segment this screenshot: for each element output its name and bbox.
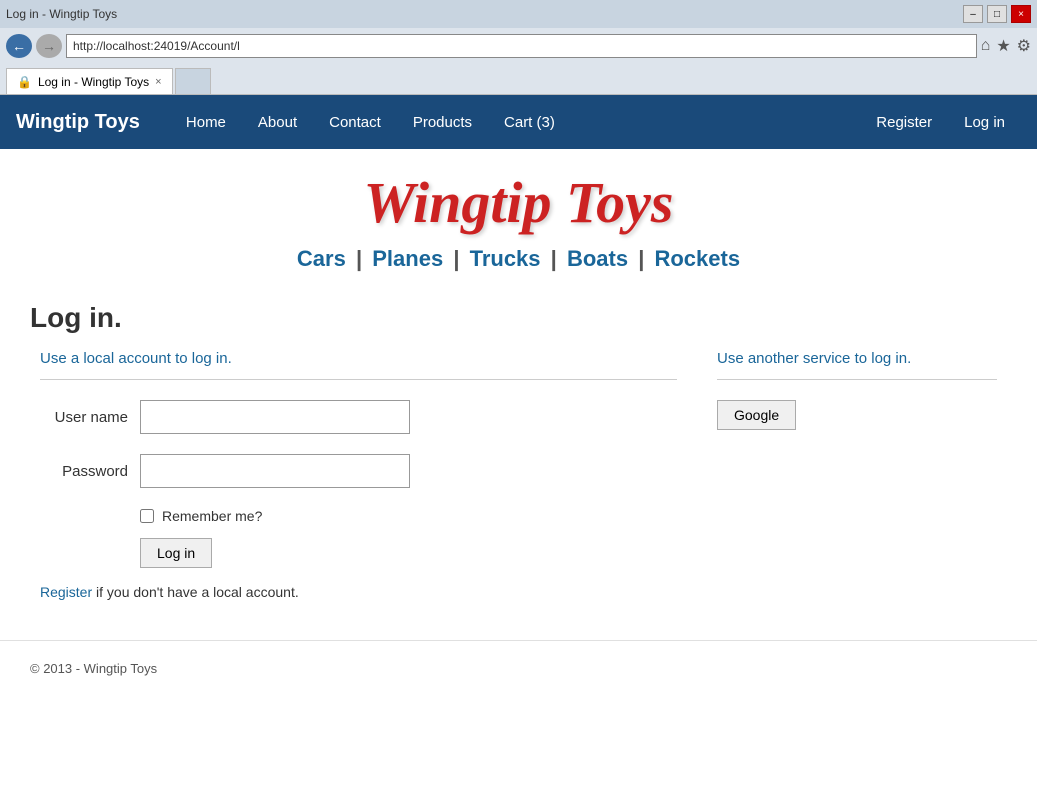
minimize-icon: – — [970, 9, 976, 20]
register-link[interactable]: Register — [40, 584, 92, 600]
window-controls: – □ × — [963, 5, 1031, 23]
remember-label: Remember me? — [162, 508, 262, 524]
register-row: Register if you don't have a local accou… — [40, 584, 677, 600]
separator-3: | — [551, 246, 557, 271]
username-label: User name — [40, 409, 140, 426]
main-content: Wingtip Toys Cars | Planes | Trucks | Bo… — [0, 149, 1037, 620]
local-divider — [40, 379, 677, 380]
site-brand[interactable]: Wingtip Toys — [16, 111, 140, 134]
back-button[interactable]: ← — [6, 34, 32, 58]
register-text: if you don't have a local account. — [96, 584, 299, 600]
settings-icon[interactable]: ⚙ — [1017, 36, 1031, 56]
close-icon: × — [1018, 9, 1024, 20]
username-row: User name — [40, 400, 677, 434]
minimize-button[interactable]: – — [963, 5, 983, 23]
nav-home-link[interactable]: Home — [170, 95, 242, 149]
new-tab[interactable] — [175, 68, 211, 94]
address-bar[interactable]: http://localhost:24019/Account/l — [66, 34, 977, 58]
separator-1: | — [356, 246, 362, 271]
login-sections: Use a local account to log in. User name… — [30, 350, 1007, 600]
browser-nav-bar: ← → http://localhost:24019/Account/l ⌂ ★… — [0, 28, 1037, 64]
username-input[interactable] — [140, 400, 410, 434]
active-tab[interactable]: 🔒 Log in - Wingtip Toys × — [6, 68, 173, 94]
maximize-icon: □ — [994, 9, 1000, 20]
nav-cart-link[interactable]: Cart (3) — [488, 95, 571, 149]
local-subtitle: Use a local account to log in. — [40, 350, 677, 367]
nav-products-link[interactable]: Products — [397, 95, 488, 149]
tab-favicon: 🔒 — [17, 75, 32, 89]
tab-label: Log in - Wingtip Toys — [38, 75, 149, 89]
page-wrapper: Wingtip Toys Home About Contact Products… — [0, 95, 1037, 788]
google-login-button[interactable]: Google — [717, 400, 796, 430]
cat-planes-link[interactable]: Planes — [372, 246, 443, 271]
cat-rockets-link[interactable]: Rockets — [654, 246, 740, 271]
browser-chrome: Log in - Wingtip Toys – □ × ← → http://l… — [0, 0, 1037, 95]
title-bar: Log in - Wingtip Toys – □ × — [0, 0, 1037, 28]
category-links: Cars | Planes | Trucks | Boats | Rockets — [30, 246, 1007, 272]
forward-button[interactable]: → — [36, 34, 62, 58]
back-icon: ← — [12, 38, 26, 54]
password-row: Password — [40, 454, 677, 488]
nav-contact-link[interactable]: Contact — [313, 95, 397, 149]
footer-text: © 2013 - Wingtip Toys — [30, 661, 157, 676]
address-text: http://localhost:24019/Account/l — [73, 39, 970, 53]
nav-right: Register Log in — [860, 95, 1021, 149]
password-label: Password — [40, 463, 140, 480]
local-login-section: Use a local account to log in. User name… — [40, 350, 677, 600]
login-button[interactable]: Log in — [140, 538, 212, 568]
remember-row: Remember me? — [140, 508, 677, 524]
site-nav: Wingtip Toys Home About Contact Products… — [0, 95, 1037, 149]
forward-icon: → — [42, 38, 56, 54]
tab-bar: 🔒 Log in - Wingtip Toys × — [0, 64, 1037, 94]
browser-nav-icons: ⌂ ★ ⚙ — [981, 36, 1031, 56]
login-heading: Log in. — [30, 302, 1007, 334]
external-divider — [717, 379, 997, 380]
external-subtitle: Use another service to log in. — [717, 350, 997, 367]
title-bar-text: Log in - Wingtip Toys — [6, 7, 117, 21]
footer: © 2013 - Wingtip Toys — [0, 640, 1037, 696]
nav-links: Home About Contact Products Cart (3) — [170, 95, 860, 149]
login-button-container: Log in — [40, 538, 677, 568]
cat-cars-link[interactable]: Cars — [297, 246, 346, 271]
separator-4: | — [638, 246, 644, 271]
home-icon[interactable]: ⌂ — [981, 37, 991, 55]
site-title: Wingtip Toys — [30, 169, 1007, 236]
password-input[interactable] — [140, 454, 410, 488]
remember-checkbox[interactable] — [140, 509, 154, 523]
external-login-section: Use another service to log in. Google — [717, 350, 997, 600]
cat-trucks-link[interactable]: Trucks — [470, 246, 541, 271]
nav-about-link[interactable]: About — [242, 95, 313, 149]
favorites-icon[interactable]: ★ — [996, 36, 1010, 56]
cat-boats-link[interactable]: Boats — [567, 246, 628, 271]
close-button[interactable]: × — [1011, 5, 1031, 23]
maximize-button[interactable]: □ — [987, 5, 1007, 23]
nav-login-link[interactable]: Log in — [948, 95, 1021, 149]
tab-close-button[interactable]: × — [155, 76, 161, 88]
nav-register-link[interactable]: Register — [860, 95, 948, 149]
separator-2: | — [453, 246, 459, 271]
